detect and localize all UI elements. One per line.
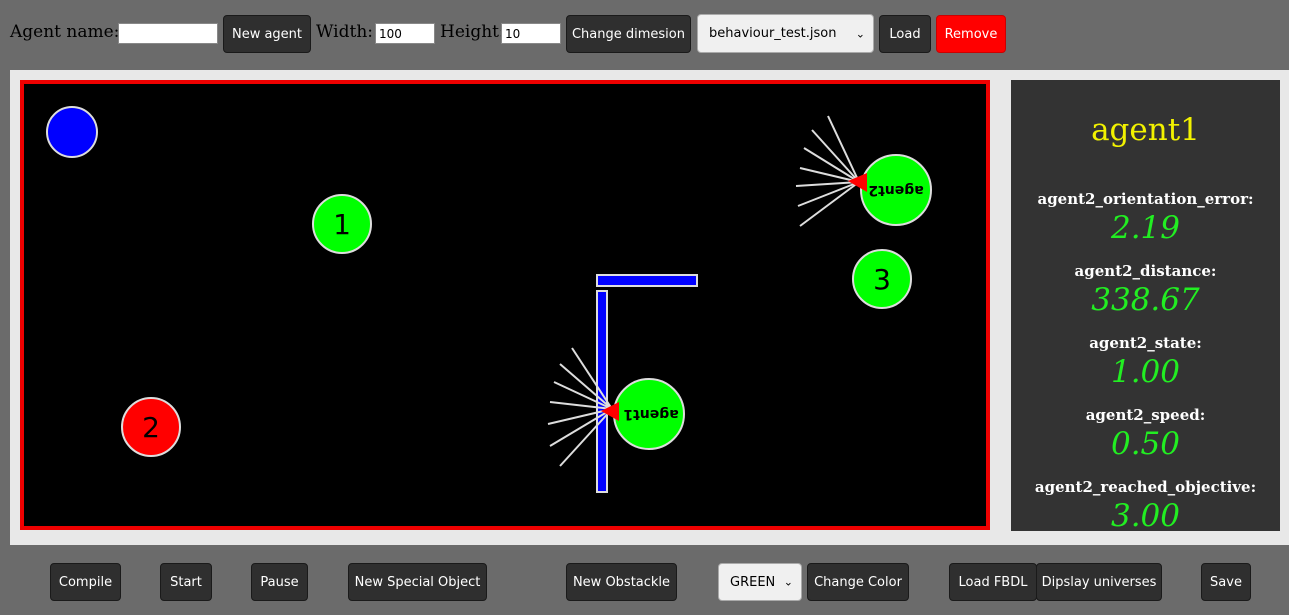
metric-name-speed: agent2_speed: [1085,406,1206,424]
metric-value-speed: 0.50 [1110,426,1181,462]
new-agent-button[interactable]: New agent [223,15,311,53]
metric-value-state: 1.00 [1110,354,1181,390]
height-input[interactable] [501,23,561,44]
objective-1-label: 1 [333,208,351,241]
file-select-value: behaviour_test.json [709,26,837,41]
metric-name-state: agent2_state: [1089,334,1202,352]
metric-name-orientation-error: agent2_orientation_error: [1037,190,1254,208]
display-universes-button[interactable]: Dipslay universes [1036,563,1162,601]
change-color-button[interactable]: Change Color [807,563,909,601]
load-fbdl-button[interactable]: Load FBDL [949,563,1037,601]
metric-value-orientation-error: 2.19 [1110,210,1181,246]
pause-button[interactable]: Pause [251,563,308,601]
agent-info-panel: agent1 agent2_orientation_error: 2.19 ag… [1011,80,1280,531]
new-obstacle-button[interactable]: New Obstackle [566,563,677,601]
objective-1[interactable]: 1 [312,194,372,254]
objective-3-label: 3 [873,263,891,296]
remove-button[interactable]: Remove [936,15,1006,53]
metric-value-reached-objective: 3.00 [1110,498,1181,531]
agent2[interactable]: agent2 [795,115,932,227]
file-select[interactable]: behaviour_test.json ⌄ [697,14,874,53]
agent1[interactable]: agent1 [547,347,685,467]
metric-name-distance: agent2_distance: [1074,262,1217,280]
agent-name-label: Agent name: [10,22,120,42]
width-label: Width: [316,22,374,42]
special-object[interactable] [46,106,98,158]
width-input[interactable] [375,23,435,44]
objective-2-label: 2 [142,411,160,444]
start-button[interactable]: Start [160,563,212,601]
change-dimension-button[interactable]: Change dimesion [566,15,691,53]
objective-2[interactable]: 2 [121,397,181,457]
load-button[interactable]: Load [879,15,931,53]
agent2-label: agent2 [868,182,923,198]
obstacle-vertical[interactable] [596,290,608,493]
arena-canvas: 1 2 3 agent2 agent1 [46,106,932,493]
agent1-label: agent1 [623,406,678,422]
chevron-down-icon: ⌄ [855,27,865,40]
save-button[interactable]: Save [1201,563,1251,601]
compile-button[interactable]: Compile [50,563,121,601]
height-label: Height: [440,22,505,42]
obstacle-horizontal[interactable] [596,274,698,287]
metric-value-distance: 338.67 [1091,282,1200,318]
simulation-arena[interactable]: 1 2 3 agent2 agent1 [20,80,990,530]
agent2-sensor-rays [795,115,860,227]
metric-name-reached-objective: agent2_reached_objective: [1034,478,1257,496]
new-special-object-button[interactable]: New Special Object [348,563,487,601]
color-select[interactable]: GREEN ⌄ [718,563,802,601]
objective-3[interactable]: 3 [852,249,912,309]
top-toolbar: Agent name: New agent Width: Height: Cha… [0,0,1289,68]
chevron-down-icon: ⌄ [783,575,793,589]
agent-name-input[interactable] [118,23,218,44]
color-select-value: GREEN [730,574,776,590]
agent-info-title: agent1 [1091,112,1200,148]
